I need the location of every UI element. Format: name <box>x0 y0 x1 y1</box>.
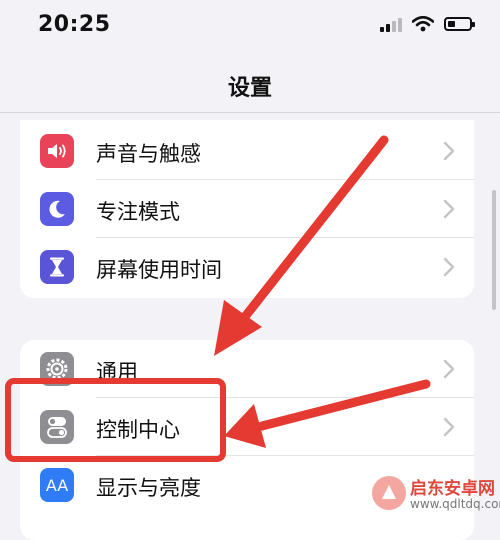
chevron-right-icon <box>443 199 455 219</box>
chevron-right-icon <box>443 141 455 161</box>
settings-item-focus[interactable]: 专注模式 <box>20 180 474 238</box>
hourglass-icon <box>40 250 74 284</box>
moon-icon <box>40 192 74 226</box>
highlight-box <box>5 378 226 462</box>
watermark-url: www.qdltdq.com <box>410 497 500 511</box>
watermark: 启东安卓网 www.qdltdq.com <box>372 474 500 516</box>
settings-item-screen-time[interactable]: 屏幕使用时间 <box>20 238 474 296</box>
status-icons <box>380 16 475 32</box>
settings-item-sounds-haptics[interactable]: 声音与触感 <box>20 122 474 180</box>
navigation-bar: 设置 <box>0 56 500 112</box>
speaker-icon <box>40 134 74 168</box>
page-title: 设置 <box>227 76 272 101</box>
settings-item-label: 声音与触感 <box>96 142 201 166</box>
wifi-icon <box>412 16 434 32</box>
chevron-right-icon <box>443 417 455 437</box>
status-time: 20:25 <box>38 12 111 37</box>
chevron-right-icon <box>443 359 455 379</box>
status-bar: 20:25 <box>0 0 500 56</box>
aa-text-icon: AA <box>40 468 74 502</box>
nav-divider <box>0 112 500 113</box>
battery-level <box>448 21 455 27</box>
cellular-signal-icon <box>380 16 402 32</box>
settings-item-label: 屏幕使用时间 <box>96 258 222 282</box>
watermark-logo <box>372 476 406 510</box>
settings-item-label: 专注模式 <box>96 200 180 224</box>
scrollbar[interactable] <box>492 190 496 310</box>
chevron-right-icon <box>443 257 455 277</box>
aa-glyph: AA <box>45 475 69 495</box>
watermark-title: 启东安卓网 <box>410 479 495 499</box>
settings-item-label: 显示与亮度 <box>96 476 201 500</box>
settings-group-1: 声音与触感 专注模式 屏幕使用时间 <box>20 120 474 298</box>
battery-icon <box>444 17 475 31</box>
